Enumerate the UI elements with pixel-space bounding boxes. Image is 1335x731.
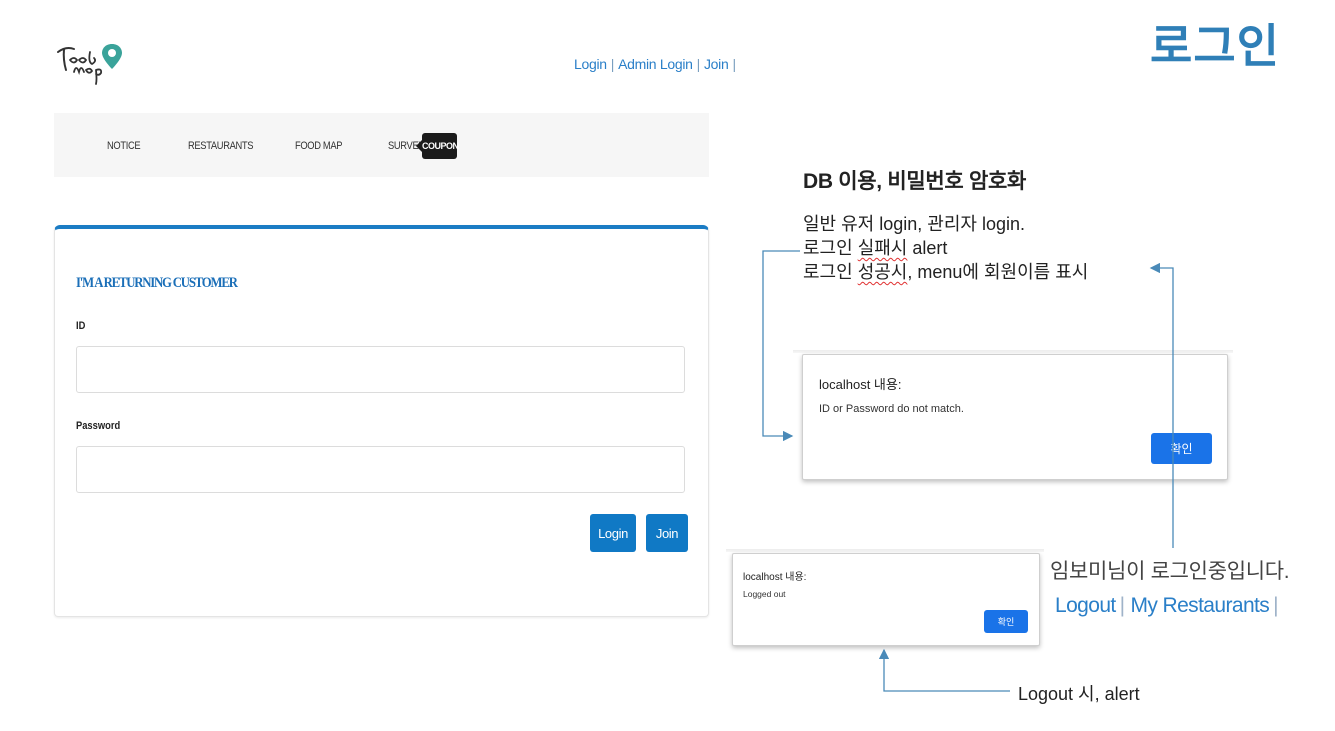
alert-title: localhost 내용: <box>819 377 902 392</box>
login-fail-alert: localhost 내용: ID or Password do not matc… <box>802 354 1228 480</box>
fail-arrow <box>762 250 800 442</box>
main-nav: NOTICE RESTAURANTS FOOD MAP SURVEY COUPO… <box>54 113 709 177</box>
logout-link[interactable]: Logout <box>1055 594 1116 617</box>
map-pin-icon <box>57 44 122 85</box>
nav-notice[interactable]: NOTICE <box>107 140 141 152</box>
feature-description: 일반 유저 login, 관리자 login. 로그인 실패시 alert 로그… <box>803 212 1088 284</box>
my-restaurants-link[interactable]: My Restaurants <box>1131 594 1270 617</box>
id-input[interactable] <box>76 346 685 393</box>
dialog-top-edge <box>793 350 1233 353</box>
logout-arrow <box>878 648 1010 692</box>
top-links: Login | Admin Login | Join | <box>574 56 736 72</box>
alert-message: ID or Password do not match. <box>819 403 964 415</box>
admin-login-link[interactable]: Admin Login <box>618 56 693 72</box>
alert-ok-button[interactable]: 확인 <box>984 610 1028 633</box>
coupon-badge[interactable]: COUPON <box>416 133 459 159</box>
login-link[interactable]: Login <box>574 56 607 72</box>
alert-message: Logged out <box>743 589 786 599</box>
dialog-top-edge <box>726 549 1044 552</box>
join-link[interactable]: Join <box>704 56 729 72</box>
password-input[interactable] <box>76 446 685 493</box>
description-line-1: 일반 유저 login, 관리자 login. <box>803 214 1025 234</box>
login-form-card: I'M A RETURNING CUSTOMER ID Password Log… <box>54 225 709 617</box>
alert-title: localhost 내용: <box>743 572 807 583</box>
logged-in-status: 임보미님이 로그인중입니다. <box>1050 560 1290 583</box>
password-label: Password <box>76 420 121 432</box>
slide-title: 로그인 <box>1150 20 1280 72</box>
login-form-title: I'M A RETURNING CUSTOMER <box>76 275 238 291</box>
id-label: ID <box>76 320 86 332</box>
db-annotation-title: DB 이용, 비밀번호 암호화 <box>803 170 1027 193</box>
nav-food-map[interactable]: FOOD MAP <box>295 140 342 152</box>
login-button[interactable]: Login <box>590 514 636 552</box>
logout-alert: localhost 내용: Logged out 확인 <box>732 553 1040 646</box>
join-button[interactable]: Join <box>646 514 688 552</box>
description-line-2: 로그인 실패시 alert <box>803 238 948 258</box>
description-line-3: 로그인 성공시, menu에 회원이름 표시 <box>803 262 1089 282</box>
food-map-logo[interactable] <box>54 40 126 90</box>
nav-restaurants[interactable]: RESTAURANTS <box>188 140 254 152</box>
alert-ok-button[interactable]: 확인 <box>1151 433 1212 464</box>
logout-annotation: Logout 시, alert <box>1018 684 1140 704</box>
logged-in-menu: Logout | My Restaurants | <box>1055 594 1279 617</box>
